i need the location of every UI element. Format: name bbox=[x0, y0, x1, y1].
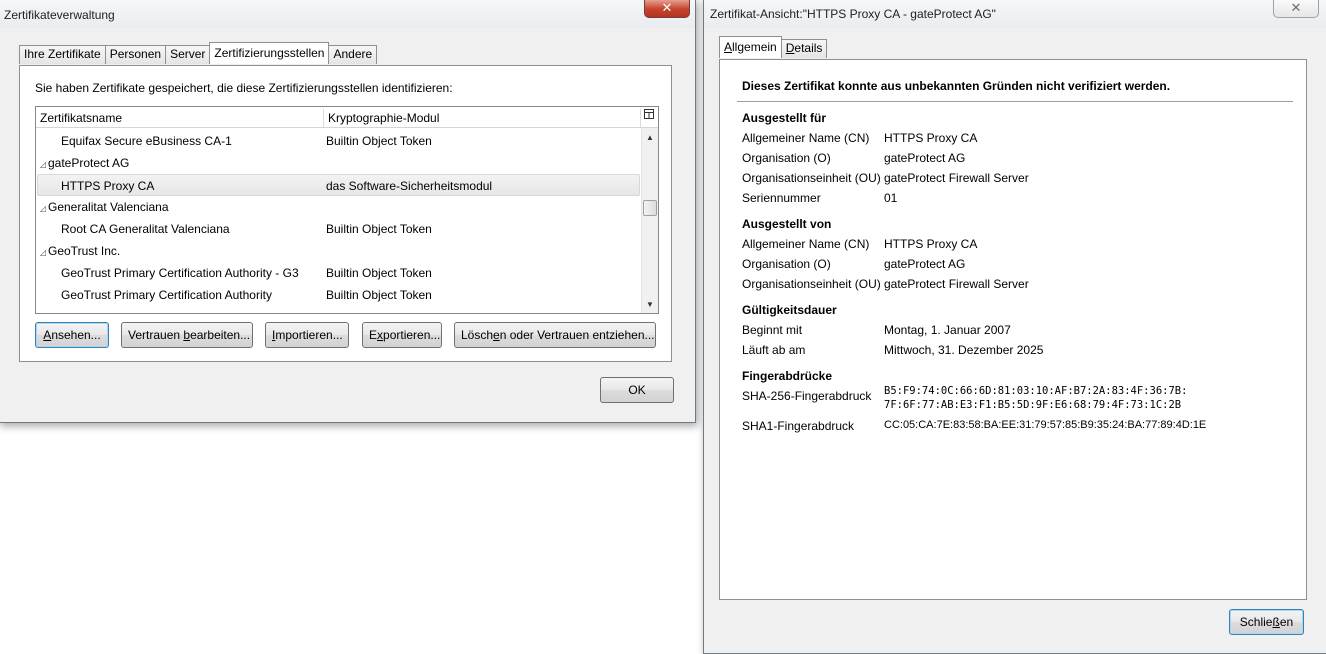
sha256-value-line1: B5:F9:74:0C:66:6D:81:03:10:AF:B7:2A:83:4… bbox=[884, 385, 1188, 397]
sha256-label: SHA-256-Fingerabdruck bbox=[742, 389, 872, 403]
expanded-twisty-icon[interactable]: ◿ bbox=[40, 154, 48, 176]
expanded-twisty-icon[interactable]: ◿ bbox=[40, 198, 48, 220]
issued-to-cn-value: HTTPS Proxy CA bbox=[884, 131, 978, 145]
issued-by-ou-label: Organisationseinheit (OU) bbox=[742, 277, 881, 291]
general-tab-panel: Dieses Zertifikat konnte aus unbekannten… bbox=[719, 59, 1307, 600]
tree-row-group[interactable]: ◿ Generalitat Valenciana bbox=[37, 196, 640, 218]
certificate-viewer-title: Zertifikat-Ansicht:"HTTPS Proxy CA - gat… bbox=[710, 7, 996, 21]
tree-vertical-scrollbar[interactable]: ▲ ▼ bbox=[641, 128, 658, 313]
cert-module: Builtin Object Token bbox=[326, 134, 432, 148]
issued-to-cn-label: Allgemeiner Name (CN) bbox=[742, 131, 870, 145]
certificate-viewer-titlebar[interactable]: Zertifikat-Ansicht:"HTTPS Proxy CA - gat… bbox=[704, 0, 1326, 28]
scroll-down-arrow-icon[interactable]: ▼ bbox=[642, 297, 658, 313]
group-name: gateProtect AG bbox=[48, 156, 130, 170]
ok-button[interactable]: OK bbox=[600, 377, 674, 403]
column-header-crypto-module[interactable]: Kryptographie-Modul bbox=[324, 107, 634, 128]
validity-title: Gültigkeitsdauer bbox=[742, 303, 837, 317]
certificate-manager-title: Zertifikateverwaltung bbox=[4, 8, 115, 22]
cert-module: Builtin Object Token bbox=[326, 266, 432, 280]
tree-header: Zertifikatsname Kryptographie-Modul bbox=[36, 107, 658, 128]
tab-servers[interactable]: Server bbox=[165, 45, 211, 64]
certificate-tree[interactable]: Zertifikatsname Kryptographie-Modul Equi… bbox=[35, 106, 659, 314]
viewer-tab-strip: Allgemein Details bbox=[719, 36, 828, 58]
certificate-manager-titlebar[interactable]: Zertifikateverwaltung ✕ bbox=[0, 0, 695, 28]
issued-to-o-value: gateProtect AG bbox=[884, 151, 966, 165]
fingerprints-title: Fingerabdrücke bbox=[742, 369, 833, 383]
sha256-value-line2: 7F:6F:77:AB:E3:F1:B5:5D:9F:E6:68:79:4F:7… bbox=[884, 399, 1182, 411]
serial-number-value: 01 bbox=[884, 191, 898, 205]
sha1-value: CC:05:CA:7E:83:58:BA:EE:31:79:57:85:B9:3… bbox=[884, 419, 1207, 431]
column-header-cert-name[interactable]: Zertifikatsname bbox=[36, 107, 323, 128]
certificate-viewer-window: Zertifikat-Ansicht:"HTTPS Proxy CA - gat… bbox=[703, 0, 1326, 654]
tab-people[interactable]: Personen bbox=[104, 45, 167, 64]
expanded-twisty-icon[interactable]: ◿ bbox=[40, 242, 48, 264]
tree-row-cert[interactable]: Root CA Generalitat Valenciana Builtin O… bbox=[37, 218, 640, 240]
import-button[interactable]: Importieren... bbox=[265, 322, 349, 348]
sha1-label: SHA1-Fingerabdruck bbox=[742, 419, 855, 433]
issued-to-ou-label: Organisationseinheit (OU) bbox=[742, 171, 881, 185]
group-name: GeoTrust Inc. bbox=[48, 244, 121, 258]
scrollbar-thumb[interactable] bbox=[643, 200, 657, 216]
manager-tab-strip: Ihre Zertifikate Personen Server Zertifi… bbox=[19, 42, 378, 64]
export-button[interactable]: Exportieren... bbox=[362, 322, 442, 348]
viewer-close-window-button[interactable]: ✕ bbox=[1273, 0, 1319, 18]
issued-to-ou-value: gateProtect Firewall Server bbox=[884, 171, 1029, 185]
tree-row-group[interactable]: ◿ gateProtect AG bbox=[37, 152, 640, 174]
issued-by-o-value: gateProtect AG bbox=[884, 257, 966, 271]
tab-your-certificates[interactable]: Ihre Zertifikate bbox=[19, 45, 106, 64]
scroll-up-arrow-icon[interactable]: ▲ bbox=[642, 130, 658, 146]
issued-by-cn-label: Allgemeiner Name (CN) bbox=[742, 237, 870, 251]
cert-module: das Software-Sicherheitsmodul bbox=[326, 179, 493, 193]
cert-name: GeoTrust Primary Certification Authority bbox=[61, 288, 272, 302]
close-icon: ✕ bbox=[661, 0, 673, 15]
valid-until-label: Läuft ab am bbox=[742, 343, 806, 357]
tree-row-cert[interactable]: Equifax Secure eBusiness CA-1 Builtin Ob… bbox=[37, 130, 640, 152]
cert-module: Builtin Object Token bbox=[326, 288, 432, 302]
warning-divider bbox=[737, 101, 1293, 102]
group-name: Generalitat Valenciana bbox=[48, 200, 169, 214]
column-picker-icon[interactable] bbox=[640, 107, 658, 128]
close-window-button[interactable]: ✕ bbox=[644, 0, 690, 18]
authorities-tab-panel: Sie haben Zertifikate gespeichert, die d… bbox=[19, 65, 672, 362]
issued-to-o-label: Organisation (O) bbox=[742, 151, 831, 165]
tree-row-cert[interactable]: GeoTrust Primary Certification Authority… bbox=[37, 284, 640, 306]
delete-or-distrust-button[interactable]: Löschen oder Vertrauen entziehen... bbox=[454, 322, 656, 348]
valid-until-value: Mittwoch, 31. Dezember 2025 bbox=[884, 343, 1044, 357]
issued-by-cn-value: HTTPS Proxy CA bbox=[884, 237, 978, 251]
verification-warning: Dieses Zertifikat konnte aus unbekannten… bbox=[742, 79, 1171, 93]
tree-row-group[interactable]: ◿ GeoTrust Inc. bbox=[37, 240, 640, 262]
tab-details[interactable]: Details bbox=[780, 39, 828, 58]
cert-module: Builtin Object Token bbox=[326, 222, 432, 236]
tree-row-cert-selected[interactable]: HTTPS Proxy CA das Software-Sicherheitsm… bbox=[37, 174, 640, 196]
authorities-description: Sie haben Zertifikate gespeichert, die d… bbox=[35, 81, 453, 95]
cert-name: Root CA Generalitat Valenciana bbox=[61, 222, 230, 236]
close-button[interactable]: Schließen bbox=[1229, 609, 1304, 635]
valid-from-label: Beginnt mit bbox=[742, 323, 803, 337]
valid-from-value: Montag, 1. Januar 2007 bbox=[884, 323, 1011, 337]
cert-name: HTTPS Proxy CA bbox=[61, 179, 155, 193]
issued-by-title: Ausgestellt von bbox=[742, 217, 832, 231]
cert-name: Equifax Secure eBusiness CA-1 bbox=[61, 134, 232, 148]
certificate-manager-window: Zertifikateverwaltung ✕ Ihre Zertifikate… bbox=[0, 0, 696, 423]
cert-name: GeoTrust Primary Certification Authority… bbox=[61, 266, 299, 280]
tab-authorities[interactable]: Zertifizierungsstellen bbox=[209, 42, 330, 64]
issued-by-o-label: Organisation (O) bbox=[742, 257, 831, 271]
serial-number-label: Seriennummer bbox=[742, 191, 821, 205]
issued-to-title: Ausgestellt für bbox=[742, 111, 827, 125]
tree-row-cert[interactable]: GeoTrust Primary Certification Authority… bbox=[37, 262, 640, 284]
issued-by-ou-value: gateProtect Firewall Server bbox=[884, 277, 1029, 291]
tab-general[interactable]: Allgemein bbox=[719, 36, 782, 58]
edit-trust-button[interactable]: Vertrauen bearbeiten... bbox=[121, 322, 253, 348]
view-button[interactable]: Ansehen... bbox=[35, 322, 109, 348]
close-icon: ✕ bbox=[1290, 0, 1302, 15]
tab-others[interactable]: Andere bbox=[328, 45, 378, 64]
